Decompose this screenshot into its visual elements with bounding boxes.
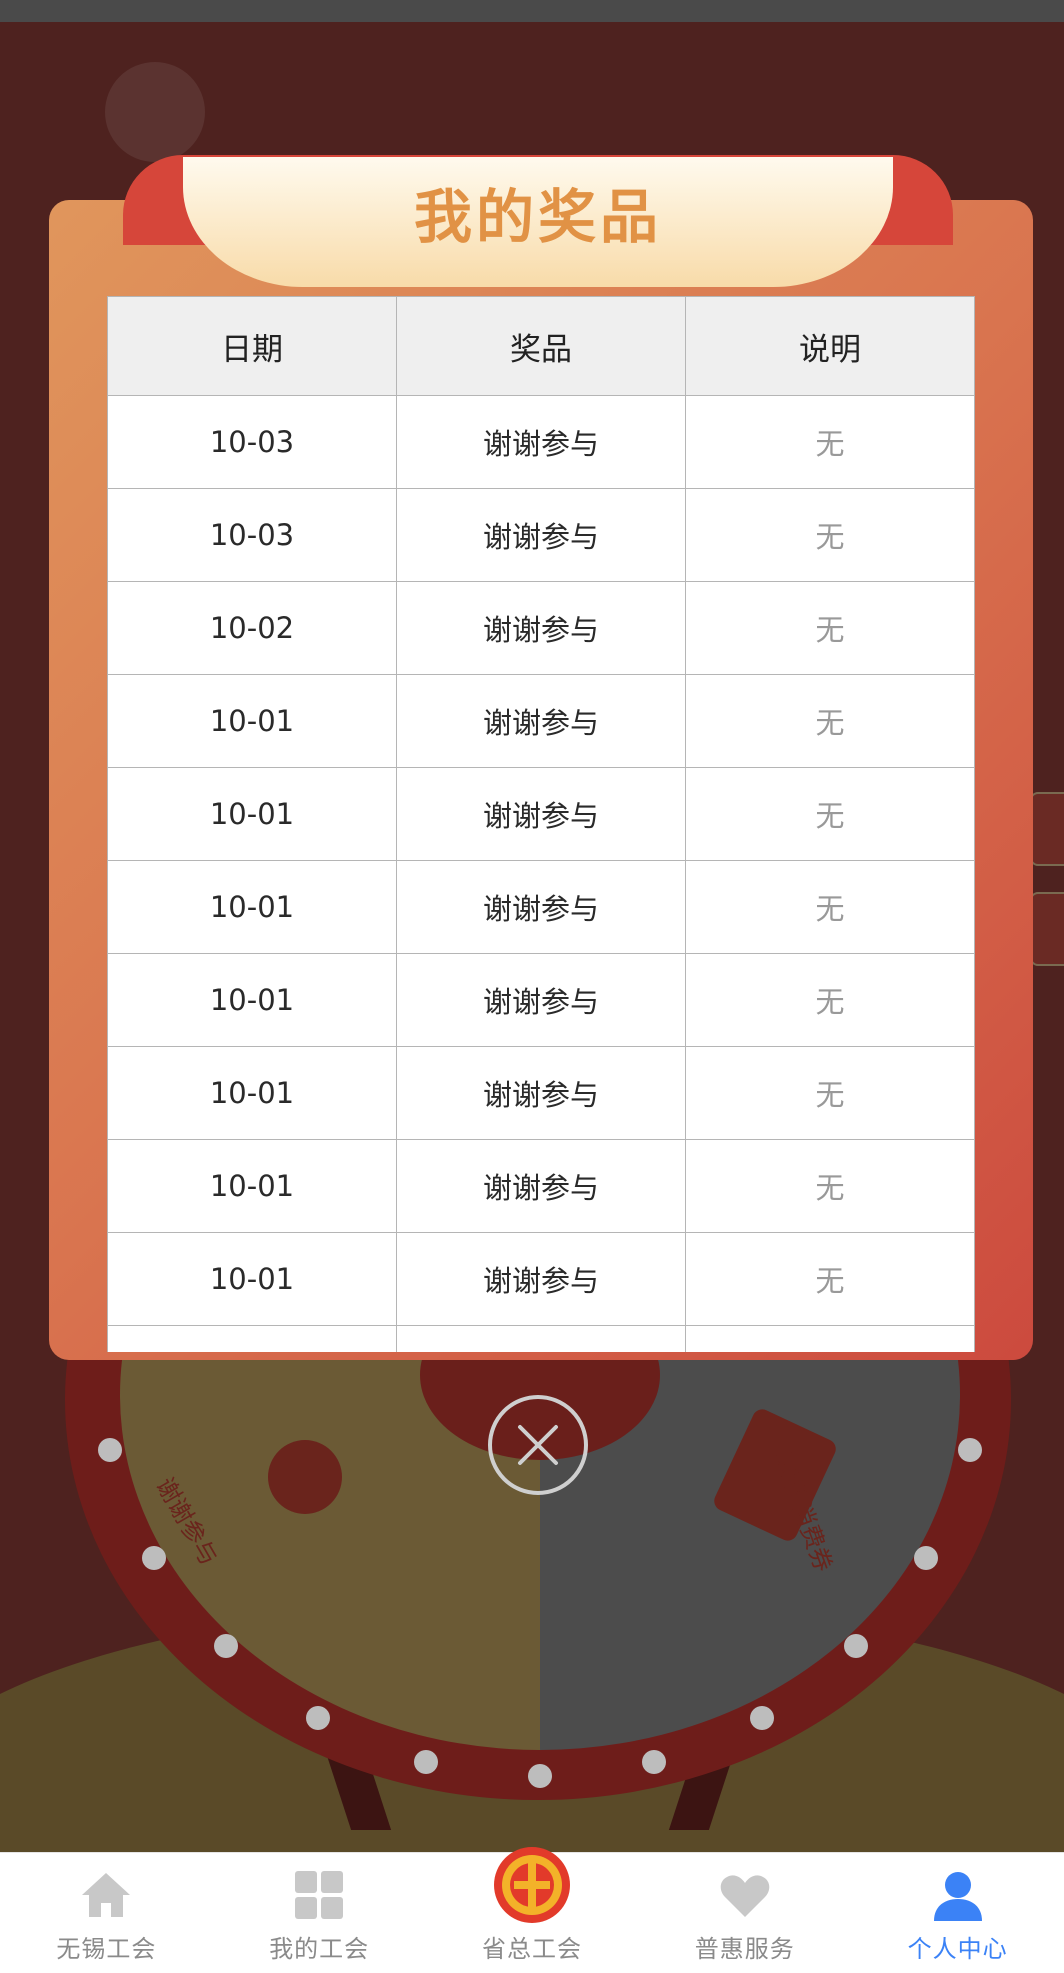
cell-note: 无 xyxy=(685,1232,975,1326)
wheel-peg xyxy=(958,1438,982,1462)
cell-note: 无 xyxy=(685,1046,975,1140)
table-row: 10-01 谢谢参与 无 xyxy=(107,1139,975,1233)
cell-date: 10-02 xyxy=(107,581,397,675)
wheel-peg xyxy=(642,1750,666,1774)
cell-note: 无 xyxy=(685,860,975,954)
table-row: 10-03 谢谢参与 无 xyxy=(107,488,975,582)
cell-prize: 谢谢参与 xyxy=(396,1139,686,1233)
column-header-date: 日期 xyxy=(107,296,397,396)
tab-personal-center[interactable]: 个人中心 xyxy=(851,1853,1064,1973)
wheel-peg xyxy=(98,1438,122,1462)
modal-title: 我的奖品 xyxy=(413,183,662,251)
tab-my-union[interactable]: 我的工会 xyxy=(213,1853,426,1973)
tab-label: 无锡工会 xyxy=(56,1935,157,1963)
union-emblem-icon xyxy=(493,1847,570,1923)
cell-prize: 谢谢参与 xyxy=(396,953,686,1047)
bottom-tab-bar: 无锡工会 我的工会 省总工会 普惠服务 个人中心 xyxy=(0,1847,1064,1973)
side-tab-2[interactable] xyxy=(1030,892,1064,966)
cell-prize: 谢谢参与 xyxy=(396,674,686,768)
cell-note: 无 xyxy=(685,674,975,768)
tab-benefit-service[interactable]: 普惠服务 xyxy=(638,1853,851,1973)
heart-icon xyxy=(720,1875,770,1917)
wheel-peg xyxy=(750,1706,774,1730)
cell-date: 10-03 xyxy=(107,395,397,489)
close-icon xyxy=(518,1425,558,1465)
wheel-peg xyxy=(914,1546,938,1570)
cell-date: 10-01 xyxy=(107,953,397,1047)
table-row: 10-02 谢谢参与 无 xyxy=(107,581,975,675)
table-row: 10-01 谢谢参与 无 xyxy=(107,953,975,1047)
table-row: 10-03 谢谢参与 无 xyxy=(107,395,975,489)
wheel-peg xyxy=(214,1634,238,1658)
tab-label: 个人中心 xyxy=(907,1935,1008,1963)
cell-prize: 谢谢参与 xyxy=(396,860,686,954)
table-row: 10-01 谢谢参与 无 xyxy=(107,860,975,954)
cell-date: 10-01 xyxy=(107,767,397,861)
tab-provincial-union[interactable]: 省总工会 xyxy=(426,1847,639,1973)
cell-empty xyxy=(396,1325,686,1352)
cell-note: 无 xyxy=(685,581,975,675)
table-row: 10-01 谢谢参与 无 xyxy=(107,1046,975,1140)
grid-icon xyxy=(295,1871,344,1919)
wheel-peg xyxy=(844,1634,868,1658)
cell-prize: 谢谢参与 xyxy=(396,581,686,675)
cell-date: 10-01 xyxy=(107,1046,397,1140)
table-row: 10-01 谢谢参与 无 xyxy=(107,767,975,861)
tab-label: 我的工会 xyxy=(269,1935,370,1963)
cell-note: 无 xyxy=(685,395,975,489)
user-icon xyxy=(933,1872,982,1921)
cell-prize: 谢谢参与 xyxy=(396,1232,686,1326)
side-tab-1[interactable] xyxy=(1030,792,1064,866)
table-row-partial xyxy=(107,1325,975,1352)
status-bar xyxy=(0,0,1064,22)
cell-date: 10-03 xyxy=(107,488,397,582)
column-header-prize: 奖品 xyxy=(396,296,686,396)
cell-date: 10-01 xyxy=(107,674,397,768)
cell-prize: 谢谢参与 xyxy=(396,1046,686,1140)
table-row: 10-01 谢谢参与 无 xyxy=(107,674,975,768)
wheel-peg xyxy=(306,1706,330,1730)
prize-table-container[interactable]: 日期 奖品 说明 10-03 谢谢参与 无 10-03 谢谢参与 无 10-02… xyxy=(107,296,975,1352)
cell-empty xyxy=(107,1325,397,1352)
cell-date: 10-01 xyxy=(107,860,397,954)
cell-note: 无 xyxy=(685,767,975,861)
tab-wuxi-union[interactable]: 无锡工会 xyxy=(0,1853,213,1973)
prize-table: 日期 奖品 说明 10-03 谢谢参与 无 10-03 谢谢参与 无 10-02… xyxy=(107,296,975,1352)
smile-icon xyxy=(268,1440,342,1514)
tab-label: 普惠服务 xyxy=(694,1935,795,1963)
cell-empty xyxy=(685,1325,975,1352)
cell-date: 10-01 xyxy=(107,1232,397,1326)
table-row: 10-01 谢谢参与 无 xyxy=(107,1232,975,1326)
close-button[interactable] xyxy=(488,1395,588,1495)
home-icon xyxy=(82,1873,131,1917)
tab-label: 省总工会 xyxy=(481,1935,582,1963)
cell-note: 无 xyxy=(685,1139,975,1233)
cell-date: 10-01 xyxy=(107,1139,397,1233)
cell-prize: 谢谢参与 xyxy=(396,767,686,861)
wheel-peg xyxy=(142,1546,166,1570)
cell-note: 无 xyxy=(685,953,975,1047)
table-header-row: 日期 奖品 说明 xyxy=(107,296,975,396)
wheel-peg xyxy=(414,1750,438,1774)
wheel-peg xyxy=(528,1764,552,1788)
cell-prize: 谢谢参与 xyxy=(396,395,686,489)
cell-prize: 谢谢参与 xyxy=(396,488,686,582)
cell-note: 无 xyxy=(685,488,975,582)
column-header-note: 说明 xyxy=(685,296,975,396)
background-glow xyxy=(105,62,205,162)
